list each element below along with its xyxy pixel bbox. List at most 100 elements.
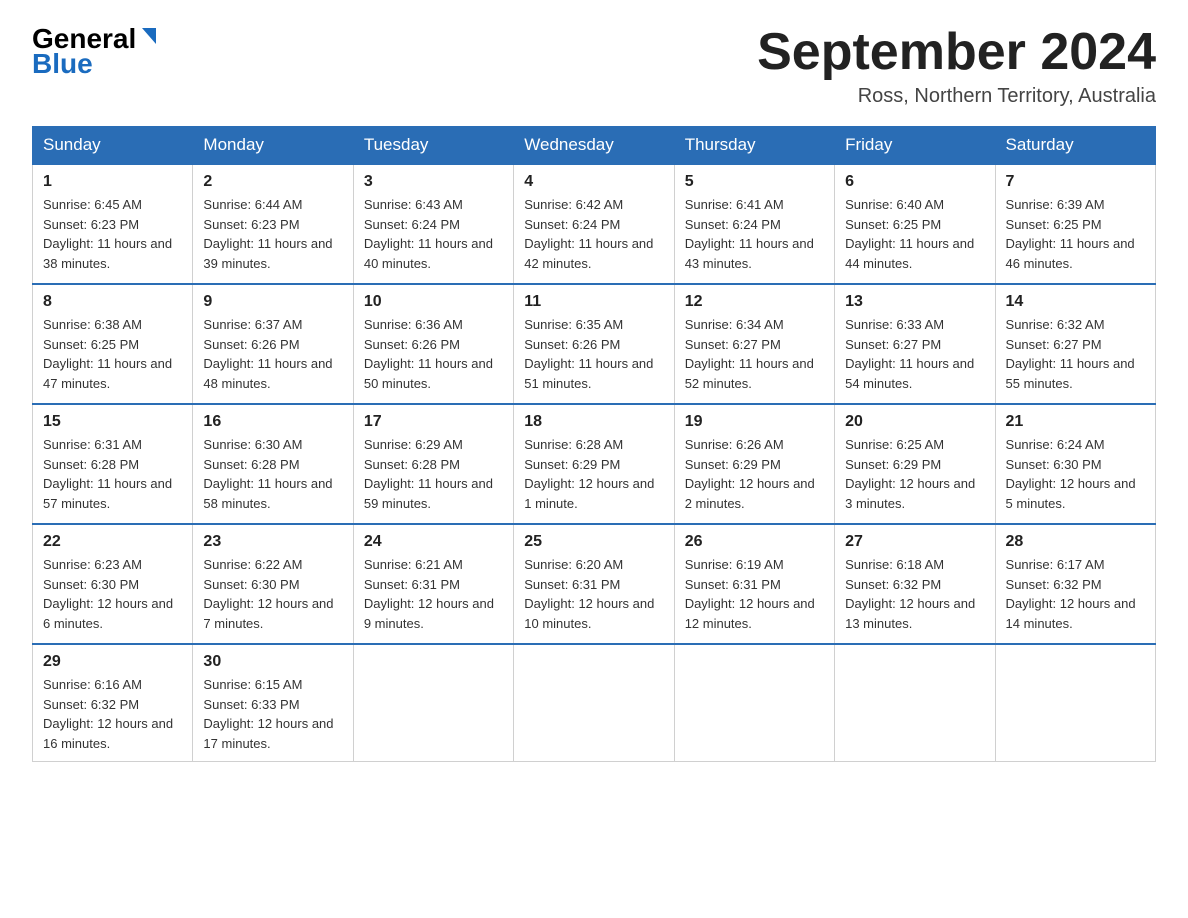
- day-info: Sunrise: 6:45 AMSunset: 6:23 PMDaylight:…: [43, 197, 172, 271]
- day-number: 30: [203, 653, 342, 671]
- day-info: Sunrise: 6:21 AMSunset: 6:31 PMDaylight:…: [364, 557, 494, 631]
- header-day-wednesday: Wednesday: [514, 127, 674, 165]
- day-number: 7: [1006, 173, 1145, 191]
- calendar-table: SundayMondayTuesdayWednesdayThursdayFrid…: [32, 126, 1156, 762]
- day-number: 13: [845, 293, 984, 311]
- calendar-cell: 15 Sunrise: 6:31 AMSunset: 6:28 PMDaylig…: [33, 404, 193, 524]
- calendar-cell: 11 Sunrise: 6:35 AMSunset: 6:26 PMDaylig…: [514, 284, 674, 404]
- calendar-cell: 20 Sunrise: 6:25 AMSunset: 6:29 PMDaylig…: [835, 404, 995, 524]
- day-info: Sunrise: 6:16 AMSunset: 6:32 PMDaylight:…: [43, 677, 173, 751]
- calendar-cell: 27 Sunrise: 6:18 AMSunset: 6:32 PMDaylig…: [835, 524, 995, 644]
- calendar-cell: 28 Sunrise: 6:17 AMSunset: 6:32 PMDaylig…: [995, 524, 1155, 644]
- day-number: 20: [845, 413, 984, 431]
- day-number: 5: [685, 173, 824, 191]
- day-info: Sunrise: 6:44 AMSunset: 6:23 PMDaylight:…: [203, 197, 332, 271]
- week-row-2: 8 Sunrise: 6:38 AMSunset: 6:25 PMDayligh…: [33, 284, 1156, 404]
- calendar-cell: 25 Sunrise: 6:20 AMSunset: 6:31 PMDaylig…: [514, 524, 674, 644]
- calendar-header: SundayMondayTuesdayWednesdayThursdayFrid…: [33, 127, 1156, 165]
- day-info: Sunrise: 6:40 AMSunset: 6:25 PMDaylight:…: [845, 197, 974, 271]
- day-number: 15: [43, 413, 182, 431]
- header-day-thursday: Thursday: [674, 127, 834, 165]
- calendar-cell: [514, 644, 674, 762]
- day-number: 16: [203, 413, 342, 431]
- day-number: 6: [845, 173, 984, 191]
- day-number: 21: [1006, 413, 1145, 431]
- day-number: 29: [43, 653, 182, 671]
- day-info: Sunrise: 6:43 AMSunset: 6:24 PMDaylight:…: [364, 197, 493, 271]
- calendar-cell: 5 Sunrise: 6:41 AMSunset: 6:24 PMDayligh…: [674, 164, 834, 284]
- day-number: 2: [203, 173, 342, 191]
- calendar-cell: 26 Sunrise: 6:19 AMSunset: 6:31 PMDaylig…: [674, 524, 834, 644]
- day-info: Sunrise: 6:17 AMSunset: 6:32 PMDaylight:…: [1006, 557, 1136, 631]
- day-number: 3: [364, 173, 503, 191]
- calendar-cell: 24 Sunrise: 6:21 AMSunset: 6:31 PMDaylig…: [353, 524, 513, 644]
- calendar-cell: 3 Sunrise: 6:43 AMSunset: 6:24 PMDayligh…: [353, 164, 513, 284]
- day-info: Sunrise: 6:33 AMSunset: 6:27 PMDaylight:…: [845, 317, 974, 391]
- day-info: Sunrise: 6:23 AMSunset: 6:30 PMDaylight:…: [43, 557, 173, 631]
- day-info: Sunrise: 6:31 AMSunset: 6:28 PMDaylight:…: [43, 437, 172, 511]
- calendar-cell: 29 Sunrise: 6:16 AMSunset: 6:32 PMDaylig…: [33, 644, 193, 762]
- header-day-saturday: Saturday: [995, 127, 1155, 165]
- calendar-cell: 30 Sunrise: 6:15 AMSunset: 6:33 PMDaylig…: [193, 644, 353, 762]
- location-title: Ross, Northern Territory, Australia: [757, 85, 1156, 108]
- header-day-monday: Monday: [193, 127, 353, 165]
- logo: General Blue: [32, 24, 160, 80]
- calendar-cell: 18 Sunrise: 6:28 AMSunset: 6:29 PMDaylig…: [514, 404, 674, 524]
- calendar-cell: [995, 644, 1155, 762]
- calendar-cell: 7 Sunrise: 6:39 AMSunset: 6:25 PMDayligh…: [995, 164, 1155, 284]
- header-day-friday: Friday: [835, 127, 995, 165]
- day-info: Sunrise: 6:42 AMSunset: 6:24 PMDaylight:…: [524, 197, 653, 271]
- calendar-cell: [353, 644, 513, 762]
- day-info: Sunrise: 6:15 AMSunset: 6:33 PMDaylight:…: [203, 677, 333, 751]
- week-row-3: 15 Sunrise: 6:31 AMSunset: 6:28 PMDaylig…: [33, 404, 1156, 524]
- logo-arrow-icon: [138, 26, 160, 48]
- calendar-body: 1 Sunrise: 6:45 AMSunset: 6:23 PMDayligh…: [33, 164, 1156, 762]
- calendar-cell: [674, 644, 834, 762]
- day-number: 1: [43, 173, 182, 191]
- day-number: 24: [364, 533, 503, 551]
- day-info: Sunrise: 6:39 AMSunset: 6:25 PMDaylight:…: [1006, 197, 1135, 271]
- calendar-cell: 1 Sunrise: 6:45 AMSunset: 6:23 PMDayligh…: [33, 164, 193, 284]
- day-info: Sunrise: 6:37 AMSunset: 6:26 PMDaylight:…: [203, 317, 332, 391]
- calendar-cell: 22 Sunrise: 6:23 AMSunset: 6:30 PMDaylig…: [33, 524, 193, 644]
- calendar-cell: 14 Sunrise: 6:32 AMSunset: 6:27 PMDaylig…: [995, 284, 1155, 404]
- day-info: Sunrise: 6:35 AMSunset: 6:26 PMDaylight:…: [524, 317, 653, 391]
- day-info: Sunrise: 6:41 AMSunset: 6:24 PMDaylight:…: [685, 197, 814, 271]
- header-day-tuesday: Tuesday: [353, 127, 513, 165]
- day-number: 9: [203, 293, 342, 311]
- day-number: 18: [524, 413, 663, 431]
- calendar-cell: 8 Sunrise: 6:38 AMSunset: 6:25 PMDayligh…: [33, 284, 193, 404]
- day-number: 11: [524, 293, 663, 311]
- day-info: Sunrise: 6:32 AMSunset: 6:27 PMDaylight:…: [1006, 317, 1135, 391]
- day-info: Sunrise: 6:34 AMSunset: 6:27 PMDaylight:…: [685, 317, 814, 391]
- calendar-cell: 10 Sunrise: 6:36 AMSunset: 6:26 PMDaylig…: [353, 284, 513, 404]
- calendar-cell: 13 Sunrise: 6:33 AMSunset: 6:27 PMDaylig…: [835, 284, 995, 404]
- page-header: General Blue September 2024 Ross, Northe…: [32, 24, 1156, 108]
- day-info: Sunrise: 6:20 AMSunset: 6:31 PMDaylight:…: [524, 557, 654, 631]
- day-number: 17: [364, 413, 503, 431]
- header-day-sunday: Sunday: [33, 127, 193, 165]
- day-number: 22: [43, 533, 182, 551]
- day-number: 14: [1006, 293, 1145, 311]
- calendar-cell: [835, 644, 995, 762]
- day-info: Sunrise: 6:30 AMSunset: 6:28 PMDaylight:…: [203, 437, 332, 511]
- day-info: Sunrise: 6:28 AMSunset: 6:29 PMDaylight:…: [524, 437, 654, 511]
- day-info: Sunrise: 6:29 AMSunset: 6:28 PMDaylight:…: [364, 437, 493, 511]
- calendar-cell: 23 Sunrise: 6:22 AMSunset: 6:30 PMDaylig…: [193, 524, 353, 644]
- day-number: 19: [685, 413, 824, 431]
- calendar-cell: 2 Sunrise: 6:44 AMSunset: 6:23 PMDayligh…: [193, 164, 353, 284]
- week-row-1: 1 Sunrise: 6:45 AMSunset: 6:23 PMDayligh…: [33, 164, 1156, 284]
- day-info: Sunrise: 6:22 AMSunset: 6:30 PMDaylight:…: [203, 557, 333, 631]
- day-number: 27: [845, 533, 984, 551]
- calendar-cell: 9 Sunrise: 6:37 AMSunset: 6:26 PMDayligh…: [193, 284, 353, 404]
- title-block: September 2024 Ross, Northern Territory,…: [757, 24, 1156, 108]
- week-row-5: 29 Sunrise: 6:16 AMSunset: 6:32 PMDaylig…: [33, 644, 1156, 762]
- day-number: 28: [1006, 533, 1145, 551]
- day-number: 12: [685, 293, 824, 311]
- logo-text-blue: Blue: [32, 49, 93, 80]
- day-number: 23: [203, 533, 342, 551]
- day-info: Sunrise: 6:38 AMSunset: 6:25 PMDaylight:…: [43, 317, 172, 391]
- day-info: Sunrise: 6:18 AMSunset: 6:32 PMDaylight:…: [845, 557, 975, 631]
- day-number: 10: [364, 293, 503, 311]
- header-row: SundayMondayTuesdayWednesdayThursdayFrid…: [33, 127, 1156, 165]
